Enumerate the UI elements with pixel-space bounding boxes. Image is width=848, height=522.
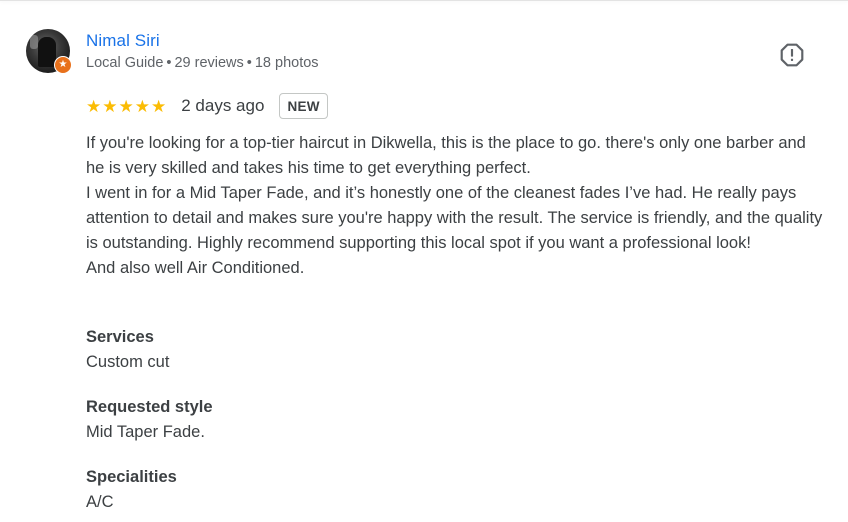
star-icon: ★ bbox=[118, 96, 134, 116]
star-icon: ★ bbox=[134, 96, 150, 116]
photo-count: 18 photos bbox=[254, 55, 319, 71]
review-paragraph: I went in for a Mid Taper Fade, and it’s… bbox=[86, 184, 823, 252]
star-icon: ★ bbox=[86, 96, 102, 116]
attribute-label: Specialities bbox=[86, 468, 177, 486]
rating-row: ★ ★ ★ ★ ★ 2 days ago NEW bbox=[86, 91, 328, 121]
attribute-services: Services Custom cut bbox=[86, 325, 169, 375]
star-icon: ★ bbox=[102, 96, 118, 116]
meta-separator: • bbox=[246, 55, 252, 71]
review-card: ★ Nimal Siri Local Guide • 29 reviews • 18 p… bbox=[0, 0, 848, 522]
local-guide-label: Local Guide bbox=[86, 55, 164, 71]
avatar-photo-light bbox=[30, 35, 38, 49]
review-paragraph: And also well Air Conditioned. bbox=[86, 259, 305, 277]
review-paragraph: If you're looking for a top-tier haircut… bbox=[86, 134, 806, 177]
attribute-specialities: Specialities A/C bbox=[86, 465, 177, 515]
new-badge: NEW bbox=[279, 93, 328, 119]
star-icon: ★ bbox=[151, 96, 167, 116]
review-count: 29 reviews bbox=[174, 55, 244, 71]
attribute-value: Custom cut bbox=[86, 353, 170, 371]
attribute-value: A/C bbox=[86, 493, 114, 511]
attribute-requested-style: Requested style Mid Taper Fade. bbox=[86, 395, 213, 445]
report-flag-icon bbox=[780, 43, 804, 67]
report-button[interactable] bbox=[775, 38, 809, 72]
attribute-value: Mid Taper Fade. bbox=[86, 423, 205, 441]
reviewer-name[interactable]: Nimal Siri bbox=[86, 31, 160, 51]
star-rating: ★ ★ ★ ★ ★ bbox=[86, 98, 166, 115]
attribute-label: Requested style bbox=[86, 398, 213, 416]
reviewer-meta: Local Guide • 29 reviews • 18 photos bbox=[86, 55, 319, 71]
review-date: 2 days ago bbox=[181, 96, 265, 115]
meta-separator: • bbox=[166, 55, 172, 71]
review-text: If you're looking for a top-tier haircut… bbox=[86, 131, 826, 281]
local-guide-star-icon: ★ bbox=[54, 56, 72, 74]
attribute-label: Services bbox=[86, 328, 154, 346]
